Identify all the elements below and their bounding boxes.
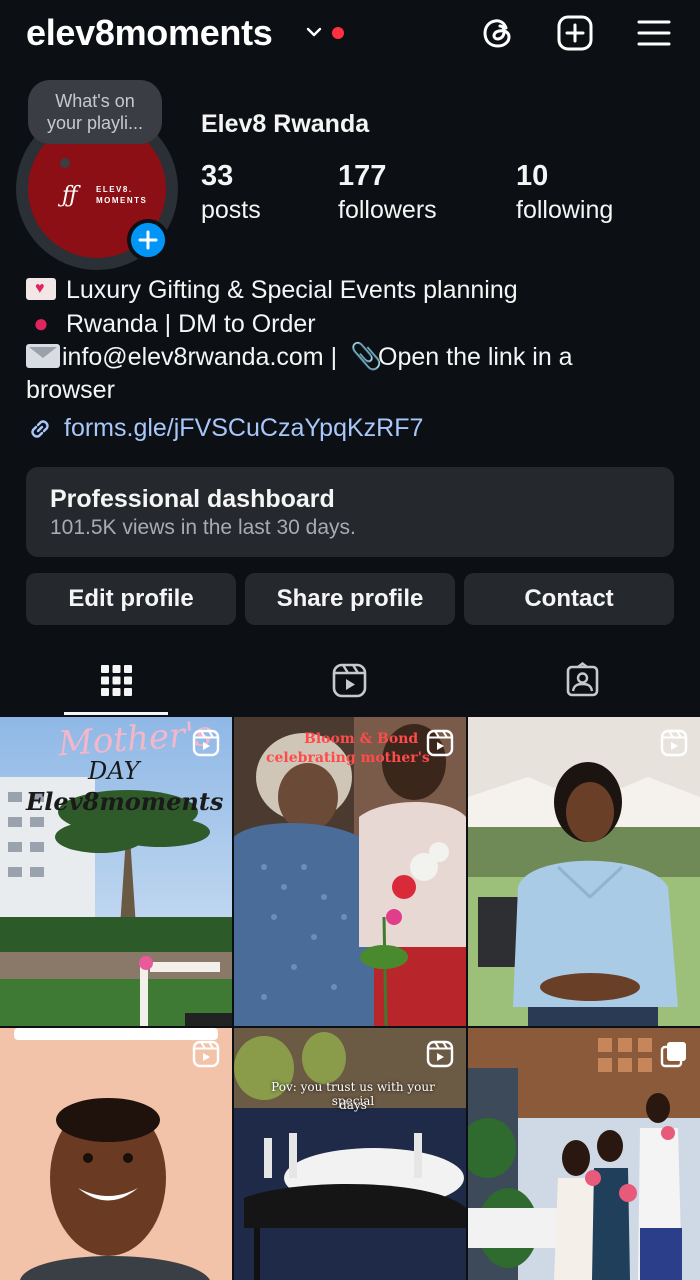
reels-icon (192, 1040, 220, 1068)
account-username[interactable]: elev8moments (26, 12, 273, 54)
tagged-icon (566, 662, 599, 697)
stat-following[interactable]: 10 following (516, 158, 613, 226)
stat-value: 10 (516, 160, 549, 192)
profile-note-text: What's on your playli... (46, 91, 144, 133)
carousel-icon (660, 1042, 686, 1068)
bio: Luxury Gifting & Special Events planning… (26, 274, 676, 406)
link-icon (31, 419, 49, 438)
bio-line-2: ● Rwanda | DM to Order (26, 307, 676, 341)
tab-tagged[interactable] (466, 650, 699, 714)
create-plus-icon[interactable] (556, 14, 594, 52)
paperclip-icon: 📎 (350, 341, 383, 371)
add-story-plus-icon[interactable] (127, 219, 169, 261)
chevron-down-icon[interactable] (304, 22, 324, 42)
active-tab-indicator (64, 712, 168, 715)
post-thumbnail[interactable] (0, 1028, 232, 1280)
grid-icon (101, 665, 132, 696)
stat-label: posts (201, 196, 261, 224)
post-thumbnail[interactable]: Mother's DAY Elev8moments (0, 717, 232, 1026)
stat-value: 33 (201, 160, 234, 192)
profile-link-text: forms.gle/jFVSCuCzaYpqKzRF7 (64, 414, 424, 442)
reels-icon (426, 1040, 454, 1068)
stat-followers[interactable]: 177 followers (338, 158, 437, 226)
edit-profile-button[interactable]: Edit profile (26, 573, 236, 625)
dashboard-title: Professional dashboard (50, 485, 335, 513)
post-caption: celebrating mother's (266, 750, 430, 766)
share-profile-button[interactable]: Share profile (245, 573, 455, 625)
reels-icon (660, 729, 688, 757)
post-caption: DAY (88, 757, 140, 785)
tab-reels[interactable] (233, 650, 466, 714)
post-thumbnail[interactable] (468, 717, 700, 1026)
notification-dot (332, 27, 344, 39)
post-caption: days (339, 1098, 367, 1112)
menu-icon[interactable] (635, 14, 673, 52)
tab-posts-grid[interactable] (0, 650, 233, 714)
contact-button[interactable]: Contact (464, 573, 674, 625)
threads-icon[interactable] (479, 14, 517, 52)
stat-posts[interactable]: 33 posts (201, 158, 261, 226)
note-tail (60, 158, 70, 168)
stat-label: following (516, 196, 614, 224)
avatar-logo-text: ELEV8. MOMENTS (96, 185, 148, 205)
post-thumbnail[interactable]: Pov: you trust us with your special days (234, 1028, 466, 1280)
reels-icon (426, 729, 454, 757)
profile-note-bubble[interactable]: What's on your playli... (28, 80, 162, 144)
envelope-arrow-icon (26, 344, 60, 368)
reels-icon (192, 729, 220, 757)
top-bar: elev8moments (0, 0, 700, 68)
professional-dashboard-card[interactable]: Professional dashboard 101.5K views in t… (26, 467, 674, 557)
love-letter-icon (26, 278, 56, 300)
pushpin-icon: ● (33, 307, 49, 338)
bio-line-4: browser (26, 375, 115, 404)
reels-icon (332, 663, 367, 698)
post-thumbnail[interactable] (468, 1028, 700, 1280)
avatar-logo-mark: ƒƒ (62, 183, 78, 208)
post-image (468, 717, 700, 1026)
dashboard-subtitle: 101.5K views in the last 30 days. (50, 516, 356, 539)
bio-line-3: info@elev8rwanda.com | 📎Open the link in… (26, 340, 676, 374)
bio-line-1: Luxury Gifting & Special Events planning (26, 274, 676, 307)
post-caption: Elev8moments (26, 787, 224, 816)
stat-label: followers (338, 196, 437, 224)
post-caption: Bloom & Bond (304, 731, 419, 747)
display-name: Elev8 Rwanda (201, 110, 370, 138)
stat-value: 177 (338, 160, 387, 192)
post-thumbnail[interactable]: Bloom & Bond celebrating mother's (234, 717, 466, 1026)
profile-link[interactable]: forms.gle/jFVSCuCzaYpqKzRF7 (26, 414, 423, 443)
